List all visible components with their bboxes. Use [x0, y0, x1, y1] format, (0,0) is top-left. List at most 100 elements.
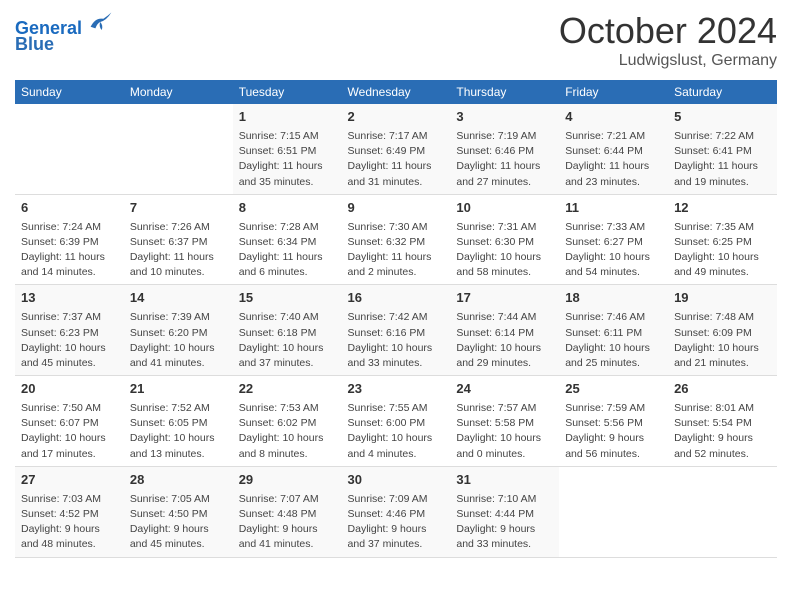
- weekday-header-monday: Monday: [124, 80, 233, 104]
- calendar-cell: 18 Sunrise: 7:46 AMSunset: 6:11 PMDayligh…: [559, 285, 668, 376]
- calendar-table: SundayMondayTuesdayWednesdayThursdayFrid…: [15, 80, 777, 558]
- calendar-cell: 24 Sunrise: 7:57 AMSunset: 5:58 PMDayligh…: [450, 376, 559, 467]
- day-number: 29: [239, 471, 336, 490]
- logo-bird-icon: [89, 10, 113, 34]
- calendar-cell: 17 Sunrise: 7:44 AMSunset: 6:14 PMDayligh…: [450, 285, 559, 376]
- calendar-cell: 28 Sunrise: 7:05 AMSunset: 4:50 PMDayligh…: [124, 466, 233, 557]
- day-number: 26: [674, 380, 771, 399]
- calendar-cell: 29 Sunrise: 7:07 AMSunset: 4:48 PMDayligh…: [233, 466, 342, 557]
- calendar-cell: [124, 104, 233, 194]
- day-info: Sunrise: 7:42 AMSunset: 6:16 PMDaylight:…: [348, 310, 445, 371]
- day-info: Sunrise: 7:26 AMSunset: 6:37 PMDaylight:…: [130, 220, 227, 281]
- calendar-cell: 9 Sunrise: 7:30 AMSunset: 6:32 PMDaylight…: [342, 194, 451, 285]
- day-info: Sunrise: 7:05 AMSunset: 4:50 PMDaylight:…: [130, 492, 227, 553]
- weekday-header-row: SundayMondayTuesdayWednesdayThursdayFrid…: [15, 80, 777, 104]
- day-number: 31: [456, 471, 553, 490]
- weekday-header-wednesday: Wednesday: [342, 80, 451, 104]
- day-info: Sunrise: 7:55 AMSunset: 6:00 PMDaylight:…: [348, 401, 445, 462]
- day-info: Sunrise: 7:21 AMSunset: 6:44 PMDaylight:…: [565, 129, 662, 190]
- calendar-cell: 3 Sunrise: 7:19 AMSunset: 6:46 PMDaylight…: [450, 104, 559, 194]
- weekday-header-saturday: Saturday: [668, 80, 777, 104]
- day-number: 3: [456, 108, 553, 127]
- day-number: 15: [239, 289, 336, 308]
- day-number: 4: [565, 108, 662, 127]
- day-number: 10: [456, 199, 553, 218]
- day-info: Sunrise: 7:57 AMSunset: 5:58 PMDaylight:…: [456, 401, 553, 462]
- title-block: October 2024 Ludwigslust, Germany: [559, 10, 777, 70]
- page-header: General Blue October 2024 Ludwigslust, G…: [15, 10, 777, 70]
- calendar-cell: 6 Sunrise: 7:24 AMSunset: 6:39 PMDaylight…: [15, 194, 124, 285]
- day-info: Sunrise: 7:44 AMSunset: 6:14 PMDaylight:…: [456, 310, 553, 371]
- day-number: 23: [348, 380, 445, 399]
- calendar-cell: 5Sunrise: 7:22 AMSunset: 6:41 PMDaylight…: [668, 104, 777, 194]
- calendar-cell: [668, 466, 777, 557]
- day-number: 5: [674, 108, 771, 127]
- day-number: 8: [239, 199, 336, 218]
- calendar-cell: [15, 104, 124, 194]
- day-number: 17: [456, 289, 553, 308]
- calendar-cell: 14 Sunrise: 7:39 AMSunset: 6:20 PMDayligh…: [124, 285, 233, 376]
- week-row-4: 20 Sunrise: 7:50 AMSunset: 6:07 PMDayligh…: [15, 376, 777, 467]
- day-number: 25: [565, 380, 662, 399]
- week-row-1: 1Sunrise: 7:15 AMSunset: 6:51 PMDaylight…: [15, 104, 777, 194]
- day-number: 6: [21, 199, 118, 218]
- calendar-cell: 25 Sunrise: 7:59 AMSunset: 5:56 PMDayligh…: [559, 376, 668, 467]
- day-info: Sunrise: 7:19 AMSunset: 6:46 PMDaylight:…: [456, 129, 553, 190]
- calendar-cell: 4 Sunrise: 7:21 AMSunset: 6:44 PMDaylight…: [559, 104, 668, 194]
- day-info: Sunrise: 7:48 AMSunset: 6:09 PMDaylight:…: [674, 310, 771, 371]
- day-info: Sunrise: 7:17 AMSunset: 6:49 PMDaylight:…: [348, 129, 445, 190]
- day-number: 18: [565, 289, 662, 308]
- day-number: 9: [348, 199, 445, 218]
- day-number: 16: [348, 289, 445, 308]
- month-title: October 2024: [559, 10, 777, 52]
- day-number: 14: [130, 289, 227, 308]
- week-row-5: 27Sunrise: 7:03 AMSunset: 4:52 PMDayligh…: [15, 466, 777, 557]
- day-number: 12: [674, 199, 771, 218]
- day-info: Sunrise: 7:46 AMSunset: 6:11 PMDaylight:…: [565, 310, 662, 371]
- day-number: 7: [130, 199, 227, 218]
- day-number: 13: [21, 289, 118, 308]
- day-info: Sunrise: 7:07 AMSunset: 4:48 PMDaylight:…: [239, 492, 336, 553]
- calendar-cell: 20 Sunrise: 7:50 AMSunset: 6:07 PMDayligh…: [15, 376, 124, 467]
- day-number: 1: [239, 108, 336, 127]
- day-number: 24: [456, 380, 553, 399]
- weekday-header-thursday: Thursday: [450, 80, 559, 104]
- calendar-cell: 16 Sunrise: 7:42 AMSunset: 6:16 PMDayligh…: [342, 285, 451, 376]
- calendar-cell: 27Sunrise: 7:03 AMSunset: 4:52 PMDayligh…: [15, 466, 124, 557]
- day-number: 21: [130, 380, 227, 399]
- day-info: Sunrise: 7:30 AMSunset: 6:32 PMDaylight:…: [348, 220, 445, 281]
- weekday-header-tuesday: Tuesday: [233, 80, 342, 104]
- calendar-cell: 13Sunrise: 7:37 AMSunset: 6:23 PMDayligh…: [15, 285, 124, 376]
- day-info: Sunrise: 7:50 AMSunset: 6:07 PMDaylight:…: [21, 401, 118, 462]
- calendar-cell: 1Sunrise: 7:15 AMSunset: 6:51 PMDaylight…: [233, 104, 342, 194]
- calendar-cell: 30 Sunrise: 7:09 AMSunset: 4:46 PMDayligh…: [342, 466, 451, 557]
- day-number: 19: [674, 289, 771, 308]
- day-info: Sunrise: 7:09 AMSunset: 4:46 PMDaylight:…: [348, 492, 445, 553]
- calendar-cell: 23 Sunrise: 7:55 AMSunset: 6:00 PMDayligh…: [342, 376, 451, 467]
- day-info: Sunrise: 7:10 AMSunset: 4:44 PMDaylight:…: [456, 492, 553, 553]
- day-info: Sunrise: 7:52 AMSunset: 6:05 PMDaylight:…: [130, 401, 227, 462]
- day-info: Sunrise: 7:24 AMSunset: 6:39 PMDaylight:…: [21, 220, 118, 281]
- calendar-cell: 21 Sunrise: 7:52 AMSunset: 6:05 PMDayligh…: [124, 376, 233, 467]
- day-number: 27: [21, 471, 118, 490]
- day-info: Sunrise: 7:59 AMSunset: 5:56 PMDaylight:…: [565, 401, 662, 462]
- calendar-cell: 15Sunrise: 7:40 AMSunset: 6:18 PMDayligh…: [233, 285, 342, 376]
- calendar-cell: 31 Sunrise: 7:10 AMSunset: 4:44 PMDayligh…: [450, 466, 559, 557]
- calendar-cell: 11 Sunrise: 7:33 AMSunset: 6:27 PMDayligh…: [559, 194, 668, 285]
- day-number: 20: [21, 380, 118, 399]
- day-number: 11: [565, 199, 662, 218]
- calendar-cell: 10 Sunrise: 7:31 AMSunset: 6:30 PMDayligh…: [450, 194, 559, 285]
- day-info: Sunrise: 7:53 AMSunset: 6:02 PMDaylight:…: [239, 401, 336, 462]
- day-info: Sunrise: 7:33 AMSunset: 6:27 PMDaylight:…: [565, 220, 662, 281]
- day-number: 2: [348, 108, 445, 127]
- week-row-3: 13Sunrise: 7:37 AMSunset: 6:23 PMDayligh…: [15, 285, 777, 376]
- calendar-cell: 19 Sunrise: 7:48 AMSunset: 6:09 PMDayligh…: [668, 285, 777, 376]
- day-info: Sunrise: 7:31 AMSunset: 6:30 PMDaylight:…: [456, 220, 553, 281]
- weekday-header-sunday: Sunday: [15, 80, 124, 104]
- day-info: Sunrise: 7:35 AMSunset: 6:25 PMDaylight:…: [674, 220, 771, 281]
- day-number: 28: [130, 471, 227, 490]
- calendar-cell: 2 Sunrise: 7:17 AMSunset: 6:49 PMDaylight…: [342, 104, 451, 194]
- day-info: Sunrise: 7:39 AMSunset: 6:20 PMDaylight:…: [130, 310, 227, 371]
- calendar-cell: 12 Sunrise: 7:35 AMSunset: 6:25 PMDayligh…: [668, 194, 777, 285]
- day-number: 30: [348, 471, 445, 490]
